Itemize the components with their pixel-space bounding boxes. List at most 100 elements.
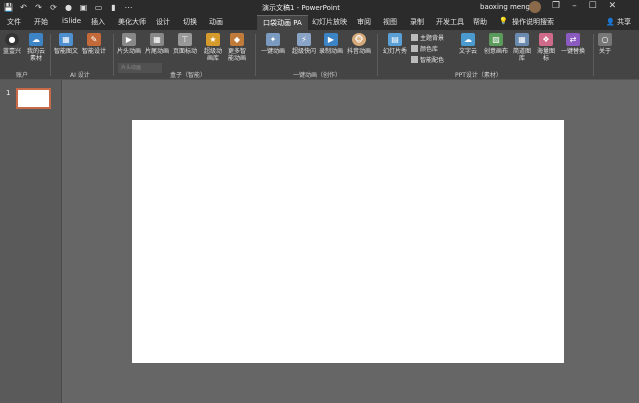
tab-meihua[interactable]: 美化大师 <box>118 17 146 27</box>
creative-canvas-button[interactable]: ▨ 创意画布 <box>484 33 508 55</box>
group-account: 账户 <box>16 72 29 79</box>
tab-slideshow[interactable]: 幻灯片放映 <box>312 17 347 27</box>
lightbulb-icon: 💡 <box>499 17 508 25</box>
group-box: 盒子（智能） <box>170 72 207 79</box>
page-label-icon: ⊤ <box>178 33 192 46</box>
effects-library-button[interactable]: ★ 超级动画库 <box>203 33 223 62</box>
theme-icon <box>411 34 418 41</box>
separator <box>255 34 256 76</box>
replace-icon: ⇄ <box>566 33 580 46</box>
ribbon: ● 蓝壹兴 ☁ 我的云素材 账户 ▦ 智能图文 ✎ 智能设计 AI 设计 ▶ 片… <box>0 30 639 80</box>
share-button[interactable]: 👤 共享 <box>606 17 631 27</box>
smart-design-icon: ✎ <box>87 33 101 46</box>
text-cloud-button[interactable]: ☁ 文字云 <box>459 33 477 55</box>
tab-home[interactable]: 开始 <box>34 17 48 27</box>
tab-file[interactable]: 文件 <box>7 17 21 27</box>
tell-me-search[interactable]: 操作说明搜索 <box>512 17 554 27</box>
sea-icons-button[interactable]: ❖ 海量图标 <box>537 33 555 62</box>
cloud-folder-icon: ☁ <box>29 33 43 46</box>
smart-design-button[interactable]: ✎ 智能设计 <box>82 33 106 55</box>
document-title: 演示文稿1 - PowerPoint <box>262 4 340 12</box>
gallery-icon: ▦ <box>515 33 529 46</box>
tab-developer[interactable]: 开发工具 <box>436 17 464 27</box>
record-icon[interactable]: ● <box>64 2 73 12</box>
film-intro-icon: ▶ <box>122 33 136 46</box>
slides-show-button[interactable]: ▤ 幻灯片秀 <box>383 33 407 55</box>
tab-design[interactable]: 设计 <box>156 17 170 27</box>
slide-number: 1 <box>6 89 11 97</box>
separator <box>50 34 51 76</box>
record-animation-icon: ▶ <box>324 33 338 46</box>
cloud-icon: ☁ <box>461 33 475 46</box>
redo-icon[interactable]: ↷ <box>34 2 43 12</box>
close-icon[interactable]: ✕ <box>609 1 617 11</box>
intro-animation-button[interactable]: ▶ 片头动画 <box>117 33 141 55</box>
separator <box>113 34 114 76</box>
tab-help[interactable]: 帮助 <box>473 17 487 27</box>
window-controls: ❐ – ☐ ✕ <box>552 1 616 11</box>
ribbon-display-icon[interactable]: ❐ <box>552 1 560 11</box>
login-button[interactable]: ● 蓝壹兴 <box>3 33 21 55</box>
tab-view[interactable]: 视图 <box>383 17 397 27</box>
separator <box>593 34 594 76</box>
tiktok-animation-button[interactable]: 🐵 抖音动画 <box>347 33 371 55</box>
smart-color-icon <box>411 56 418 63</box>
icons-icon: ❖ <box>539 33 553 46</box>
monitor-icon[interactable]: ▭ <box>94 2 103 12</box>
my-assets-button[interactable]: ☁ 我的云素材 <box>27 33 45 62</box>
one-click-replace-button[interactable]: ⇄ 一键替换 <box>561 33 585 55</box>
more-icon[interactable]: ⋯ <box>124 2 133 12</box>
tooltip: 片头动画 <box>118 63 162 73</box>
theme-background-button[interactable]: 主题背景 <box>411 33 444 42</box>
tab-record[interactable]: 录制 <box>410 17 424 27</box>
super-quick-flash-button[interactable]: ⚡ 超级快闪 <box>292 33 316 55</box>
quick-access-toolbar: 💾 ↶ ↷ ⟳ ● ▣ ▭ ▮ ⋯ <box>4 2 133 12</box>
smart-text-icon: ▦ <box>59 33 73 46</box>
share-label: 共享 <box>616 18 631 26</box>
bookmark-icon[interactable]: ▮ <box>109 2 118 12</box>
maximize-icon[interactable]: ☐ <box>589 1 597 11</box>
outro-animation-button[interactable]: ▦ 片尾动画 <box>145 33 169 55</box>
image-icon: ▨ <box>489 33 503 46</box>
info-icon: ○ <box>598 33 612 46</box>
slides-pane: 1 <box>0 80 62 403</box>
one-key-animation-button[interactable]: ✦ 一键动画 <box>261 33 285 55</box>
film-outro-icon: ▦ <box>150 33 164 46</box>
present-icon[interactable]: ▣ <box>79 2 88 12</box>
monkey-icon: 🐵 <box>352 33 366 46</box>
quick-flash-icon: ⚡ <box>297 33 311 46</box>
slide-canvas[interactable] <box>132 120 564 363</box>
tab-animations[interactable]: 动画 <box>209 17 223 27</box>
smart-text-button[interactable]: ▦ 智能图文 <box>54 33 78 55</box>
tab-insert[interactable]: 插入 <box>91 17 105 27</box>
save-icon[interactable]: 💾 <box>4 2 14 12</box>
user-avatar-icon: ● <box>5 33 19 46</box>
tab-pocket-animation[interactable]: 口袋动画 PA <box>257 15 308 30</box>
record-animation-button[interactable]: ▶ 录制动画 <box>319 33 343 55</box>
minimize-icon[interactable]: – <box>572 1 577 11</box>
tab-transitions[interactable]: 切换 <box>183 17 197 27</box>
ribbon-tabs: 文件 开始 iSlide 插入 美化大师 设计 切换 动画 口袋动画 PA 幻灯… <box>0 15 639 30</box>
separator <box>377 34 378 76</box>
group-ppt-design: PPT设计（素材） <box>455 72 502 79</box>
smart-color-button[interactable]: 智能配色 <box>411 55 444 64</box>
more-animation-button[interactable]: ◆ 更多智能动画 <box>226 33 248 62</box>
slides-show-icon: ▤ <box>388 33 402 46</box>
slide-thumbnail[interactable] <box>16 88 51 109</box>
avatar[interactable] <box>529 1 541 13</box>
user-name[interactable]: baoxing meng <box>480 3 530 11</box>
page-label-button[interactable]: ⊤ 页面标动 <box>173 33 197 55</box>
tab-islide[interactable]: iSlide <box>62 17 81 25</box>
palette-icon <box>411 45 418 52</box>
about-button[interactable]: ○ 关于 <box>598 33 612 55</box>
repeat-icon[interactable]: ⟳ <box>49 2 58 12</box>
tab-review[interactable]: 审阅 <box>357 17 371 27</box>
undo-icon[interactable]: ↶ <box>19 2 28 12</box>
magic-wand-icon: ✦ <box>266 33 280 46</box>
box-icon: ◆ <box>230 33 244 46</box>
color-library-button[interactable]: 颜色库 <box>411 44 438 53</box>
group-ai: AI 设计 <box>70 72 90 79</box>
star-icon: ★ <box>206 33 220 46</box>
ppt-gallery-button[interactable]: ▦ 简道图库 <box>512 33 532 62</box>
title-bar: 💾 ↶ ↷ ⟳ ● ▣ ▭ ▮ ⋯ 演示文稿1 - PowerPoint bao… <box>0 0 639 15</box>
